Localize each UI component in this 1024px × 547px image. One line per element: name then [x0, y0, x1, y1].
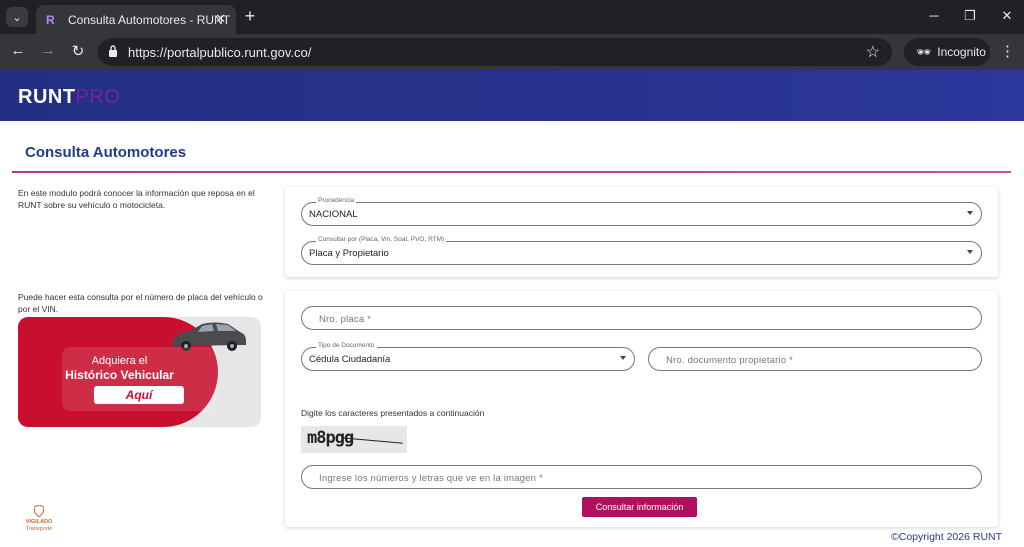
title-divider — [12, 171, 1011, 173]
info-text-module: En este modulo podrá conocer la informac… — [18, 188, 255, 210]
procedencia-label: Procedencia — [316, 197, 357, 204]
site-header: RUNTPRO — [0, 70, 1024, 121]
chevron-down-icon — [967, 211, 973, 215]
banner-line2: Histórico Vehicular — [65, 368, 174, 382]
runt-pro-logo[interactable]: RUNTPRO — [18, 86, 120, 109]
copyright-text: ©Copyright 2026 RUNT — [891, 531, 1003, 543]
restore-icon[interactable]: ❐ — [960, 8, 980, 24]
vigilado-transporte-badge: VIGILADO Transporte — [22, 505, 56, 533]
incognito-indicator[interactable]: 🕶 Incognito — [904, 38, 990, 66]
placa-input[interactable]: Nro. placa * — [301, 306, 982, 330]
vigilado-line1: VIGILADO — [25, 519, 53, 525]
tipo-documento-value: Cédula Ciudadanía — [309, 354, 391, 365]
captcha-input[interactable]: Ingrese los números y letras que ve en l… — [301, 465, 982, 489]
new-tab-button[interactable]: + — [242, 6, 258, 27]
tab-title: Consulta Automotores - RUNT — [68, 12, 231, 27]
browser-tab-bar: ⌄ R Consulta Automotores - RUNT ✕ + ─ ❐ … — [0, 0, 1024, 34]
captcha-placeholder: Ingrese los números y letras que ve en l… — [319, 473, 543, 484]
consultar-por-select[interactable]: Consultar por (Placa, Vin, Soat, PVO, RT… — [301, 236, 982, 265]
vigilado-shield-icon — [34, 505, 44, 517]
url-text: https://portalpublico.runt.gov.co/ — [128, 45, 312, 60]
reload-button[interactable]: ↻ — [68, 42, 88, 60]
browser-tab[interactable]: R Consulta Automotores - RUNT ✕ — [36, 5, 236, 34]
documento-propietario-input[interactable]: Nro. documento propietario * — [648, 347, 982, 371]
lock-icon — [109, 45, 117, 57]
consultar-informacion-button[interactable]: Consultar información — [582, 497, 697, 517]
address-bar[interactable]: https://portalpublico.runt.gov.co/ ☆ — [98, 38, 892, 66]
documento-placeholder: Nro. documento propietario * — [666, 355, 794, 366]
page-title: Consulta Automotores — [25, 144, 187, 161]
browser-toolbar: ← → ↻ https://portalpublico.runt.gov.co/… — [0, 34, 1024, 70]
browser-menu-icon[interactable]: ⋮ — [1000, 42, 1015, 60]
placa-placeholder: Nro. placa * — [319, 314, 372, 325]
captcha-image: m8pgg — [301, 426, 407, 453]
captcha-instruction: Digite los caracteres presentados a cont… — [301, 408, 485, 418]
chevron-down-icon — [967, 250, 973, 254]
tipo-documento-select[interactable]: Tipo de Documento Cédula Ciudadanía — [301, 342, 635, 371]
tab-search-button[interactable]: ⌄ — [6, 7, 28, 27]
procedencia-select[interactable]: Procedencia NACIONAL — [301, 197, 982, 226]
window-close-icon[interactable]: ✕ — [997, 8, 1017, 24]
forward-button[interactable]: → — [38, 42, 58, 59]
minimize-icon[interactable]: ─ — [924, 8, 944, 23]
tab-close-icon[interactable]: ✕ — [215, 11, 226, 27]
runt-favicon-icon: R — [46, 12, 55, 27]
consultar-por-label: Consultar por (Placa, Vin, Soat, PVO, RT… — [316, 236, 447, 243]
logo-suffix-text: PRO — [75, 86, 121, 108]
incognito-icon: 🕶 — [916, 45, 932, 59]
back-button[interactable]: ← — [8, 42, 28, 59]
consultar-por-value: Placa y Propietario — [309, 248, 389, 259]
bookmark-star-icon[interactable]: ☆ — [866, 42, 880, 62]
procedencia-value: NACIONAL — [309, 209, 358, 220]
banner-line1: Adquiera el — [91, 355, 148, 367]
aqui-button[interactable]: Aquí — [94, 386, 184, 404]
vigilado-line2: Transporte — [25, 526, 53, 532]
tipo-documento-label: Tipo de Documento — [316, 342, 377, 349]
historico-vehicular-banner[interactable]: Adquiera el Histórico Vehicular Aquí — [18, 317, 261, 427]
info-text-search: Puede hacer esta consulta por el número … — [18, 292, 263, 314]
incognito-label: Incognito — [937, 45, 986, 59]
logo-main-text: RUNT — [18, 86, 76, 108]
chevron-down-icon — [620, 356, 626, 360]
